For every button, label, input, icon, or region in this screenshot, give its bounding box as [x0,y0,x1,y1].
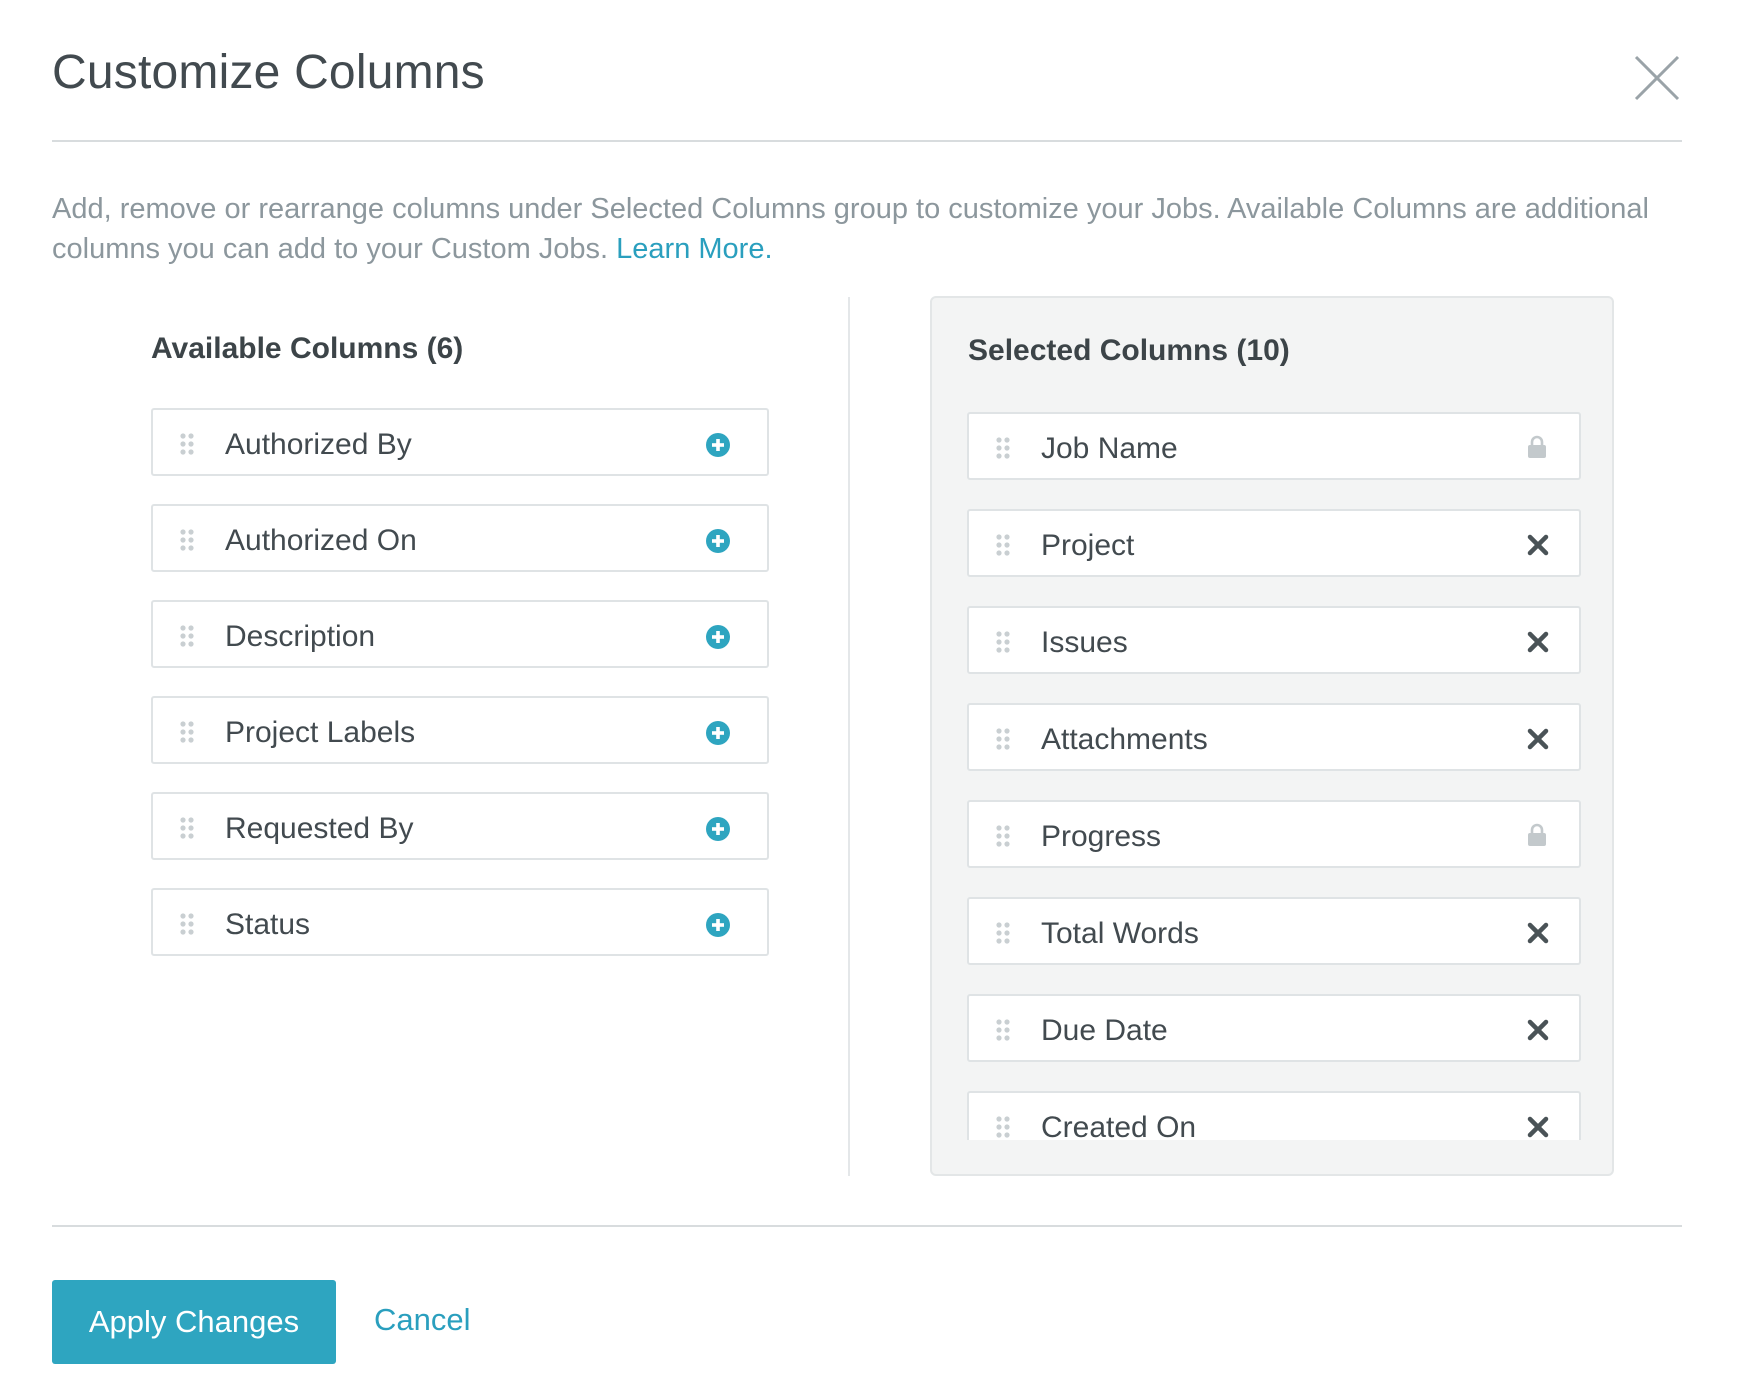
remove-column-button[interactable] [1527,534,1549,556]
column-item-label: Requested By [225,812,414,845]
add-column-button[interactable] [705,720,731,746]
drag-dots-icon [996,728,1010,750]
column-item[interactable]: Requested By [151,792,769,860]
dialog-title: Customize Columns [52,46,485,99]
remove-icon [1527,1019,1549,1041]
cancel-button[interactable]: Cancel [374,1302,471,1338]
column-item-label: Created On [1041,1111,1197,1140]
column-item[interactable]: Created On [967,1091,1581,1140]
remove-icon [1527,728,1549,750]
remove-column-button[interactable] [1527,922,1549,944]
drag-handle-icon[interactable] [995,824,1013,848]
drag-dots-icon [180,433,194,455]
drag-dots-icon [180,817,194,839]
plus-circle-icon [706,817,730,841]
remove-icon [1527,631,1549,653]
drag-dots-icon [180,625,194,647]
plus-circle-icon [706,721,730,745]
dialog-description: Add, remove or rearrange columns under S… [52,189,1692,269]
drag-handle-icon[interactable] [179,816,197,840]
drag-handle-icon[interactable] [179,912,197,936]
drag-handle-icon[interactable] [995,1115,1013,1139]
remove-icon [1527,922,1549,944]
column-item-label: Authorized On [225,524,417,557]
header-divider [52,140,1682,142]
plus-circle-icon [706,433,730,457]
drag-handle-icon[interactable] [179,720,197,744]
drag-handle-icon[interactable] [179,624,197,648]
drag-handle-icon[interactable] [995,533,1013,557]
column-item-label: Due Date [1041,1014,1168,1047]
add-column-button[interactable] [705,816,731,842]
lock-icon [1527,435,1547,459]
column-item-label: Total Words [1041,917,1199,950]
plus-circle-icon [706,625,730,649]
add-column-button[interactable] [705,912,731,938]
add-column-button[interactable] [705,624,731,650]
drag-dots-icon [180,721,194,743]
learn-more-link[interactable]: Learn More. [616,233,772,265]
apply-changes-button[interactable]: Apply Changes [52,1280,336,1364]
available-columns-heading: Available Columns (6) [151,332,464,365]
column-item[interactable]: Description [151,600,769,668]
column-item-label: Status [225,908,311,941]
column-item[interactable]: Due Date [967,994,1581,1062]
drag-handle-icon[interactable] [179,528,197,552]
column-item-label: Project [1041,529,1135,562]
remove-column-button[interactable] [1527,1116,1549,1138]
plus-circle-icon [706,913,730,937]
drag-handle-icon[interactable] [179,432,197,456]
add-column-button[interactable] [705,528,731,554]
remove-icon [1527,534,1549,556]
drag-dots-icon [996,922,1010,944]
selected-columns-heading: Selected Columns (10) [968,334,1290,367]
column-item[interactable]: Job Name [967,412,1581,480]
lock-icon [1528,823,1546,846]
column-item[interactable]: Status [151,888,769,956]
drag-handle-icon[interactable] [995,630,1013,654]
selected-columns-scroll-area[interactable]: Job Name Project Issues Attachments Progress… [967,410,1583,1140]
column-item[interactable]: Authorized On [151,504,769,572]
drag-dots-icon [180,913,194,935]
column-item-label: Attachments [1041,723,1208,756]
description-text: Add, remove or rearrange columns under S… [52,193,1649,265]
drag-handle-icon[interactable] [995,1018,1013,1042]
drag-dots-icon [996,534,1010,556]
drag-dots-icon [996,1116,1010,1138]
add-column-button[interactable] [705,432,731,458]
column-item-label: Authorized By [225,428,412,461]
column-item-label: Description [225,620,376,653]
drag-handle-icon[interactable] [995,727,1013,751]
drag-handle-icon[interactable] [995,921,1013,945]
remove-icon [1527,1116,1549,1138]
customize-columns-dialog: Customize Columns Add, remove or rearran… [0,0,1738,1386]
column-separator [848,297,850,1176]
close-button[interactable] [1632,53,1682,103]
column-item[interactable]: Progress [967,800,1581,868]
drag-dots-icon [996,631,1010,653]
column-item[interactable]: Total Words [967,897,1581,965]
remove-column-button[interactable] [1527,728,1549,750]
column-item[interactable]: Issues [967,606,1581,674]
drag-dots-icon [180,529,194,551]
drag-handle-icon[interactable] [995,436,1013,460]
column-item[interactable]: Attachments [967,703,1581,771]
column-item[interactable]: Project [967,509,1581,577]
column-item-label: Progress [1041,820,1162,853]
plus-circle-icon [706,529,730,553]
column-item[interactable]: Project Labels [151,696,769,764]
lock-icon [1527,823,1547,847]
drag-dots-icon [996,825,1010,847]
column-item-label: Project Labels [225,716,416,749]
footer-divider [52,1225,1682,1227]
remove-column-button[interactable] [1527,631,1549,653]
column-item[interactable]: Authorized By [151,408,769,476]
column-item-label: Issues [1041,626,1128,659]
lock-icon [1528,435,1546,458]
drag-dots-icon [996,437,1010,459]
remove-column-button[interactable] [1527,1019,1549,1041]
column-item-label: Job Name [1041,432,1178,465]
close-icon [1634,55,1680,101]
drag-dots-icon [996,1019,1010,1041]
